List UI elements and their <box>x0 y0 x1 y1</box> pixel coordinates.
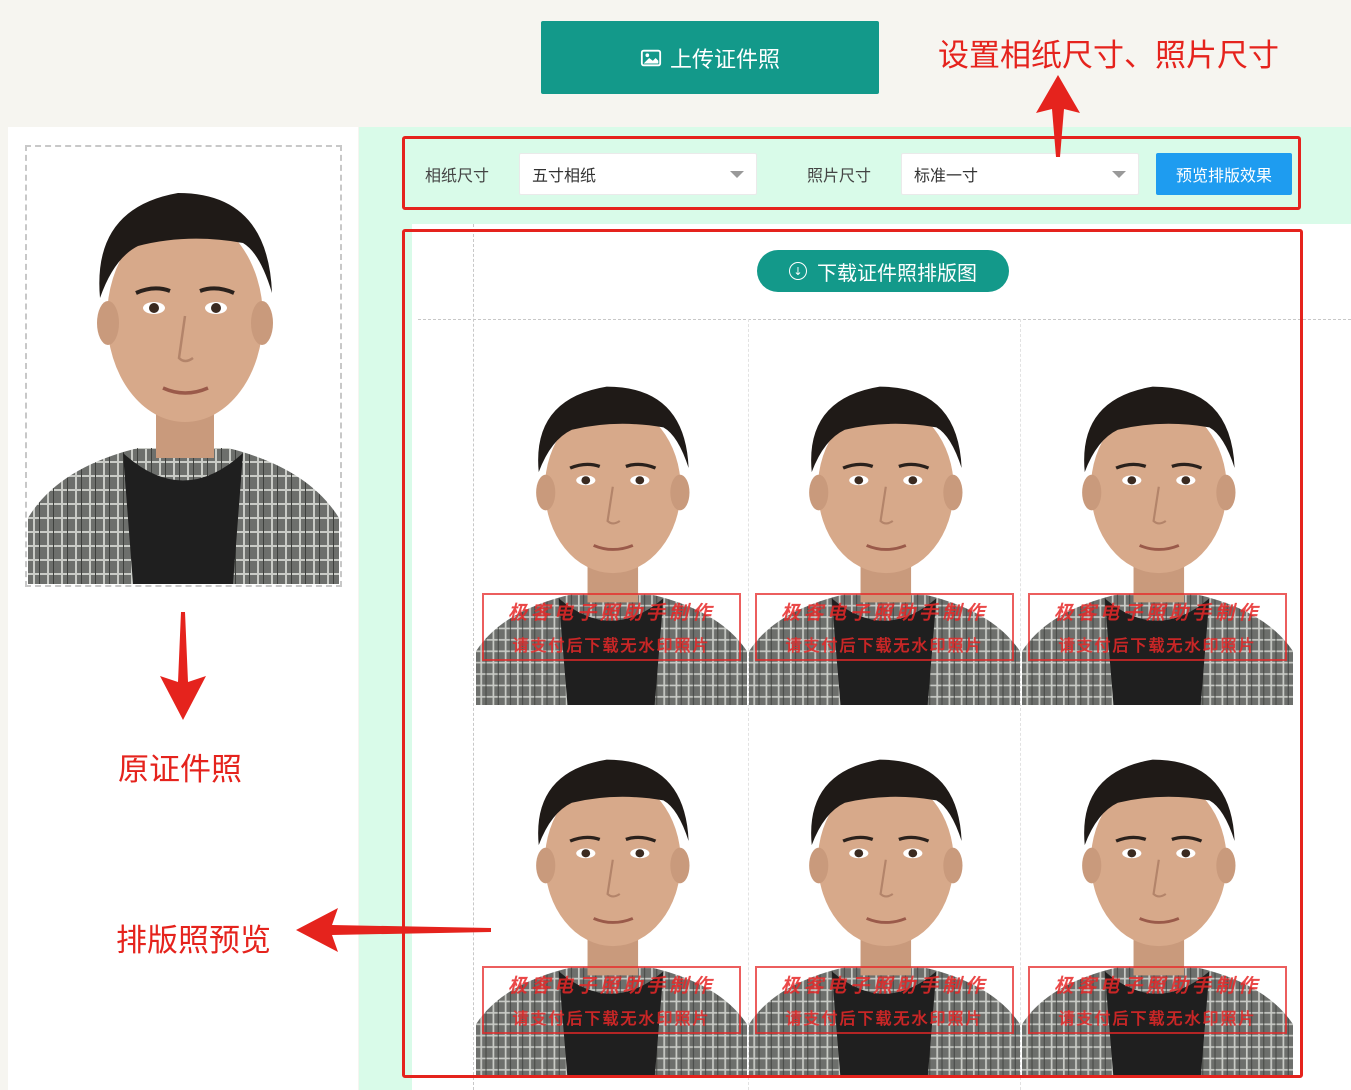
settings-annotation: 设置相纸尺寸、照片尺寸 <box>938 38 1279 74</box>
layout-thumbnail: 极客电子照助手制作 请支付后下载无水印照片 <box>749 723 1020 1078</box>
arrow-up-icon <box>1036 75 1080 157</box>
layout-thumbnail: 极客电子照助手制作 请支付后下载无水印照片 <box>476 723 747 1078</box>
watermark-box: 极客电子照助手制作 请支付后下载无水印照片 <box>755 593 1014 661</box>
chevron-down-icon <box>730 170 745 178</box>
watermark-box: 极客电子照助手制作 请支付后下载无水印照片 <box>1028 966 1287 1034</box>
cut-guide-vertical <box>473 224 474 1090</box>
layout-preview-sheet: ↓ 下载证件照排版图 极客电子照助手制作 请支付后下载无水印照片 极客电子照助手制作… <box>412 224 1351 1090</box>
layout-thumbnail: 极客电子照助手制作 请支付后下载无水印照片 <box>1022 723 1293 1078</box>
watermark-line1: 极客电子照助手制作 <box>507 975 715 998</box>
paper-size-value: 五寸相纸 <box>532 166 597 185</box>
original-annotation: 原证件照 <box>118 752 242 788</box>
chevron-down-icon <box>1112 170 1127 178</box>
paper-size-label: 相纸尺寸 <box>425 166 490 185</box>
layout-thumbnail: 极客电子照助手制作 请支付后下载无水印照片 <box>749 350 1020 705</box>
preview-layout-button[interactable]: 预览排版效果 <box>1156 153 1293 195</box>
watermark-line1: 极客电子照助手制作 <box>507 602 715 625</box>
upload-button-label: 上传证件照 <box>669 47 780 73</box>
watermark-line2: 请支付后下载无水印照片 <box>1058 635 1257 655</box>
watermark-box: 极客电子照助手制作 请支付后下载无水印照片 <box>1028 593 1287 661</box>
paper-size-select[interactable]: 五寸相纸 <box>519 153 758 195</box>
layout-thumbnail: 极客电子照助手制作 请支付后下载无水印照片 <box>1022 350 1293 705</box>
download-circle-icon: ↓ <box>789 262 807 280</box>
layout-thumbnail: 极客电子照助手制作 请支付后下载无水印照片 <box>476 350 747 705</box>
watermark-box: 极客电子照助手制作 请支付后下载无水印照片 <box>482 966 741 1034</box>
photo-size-label: 照片尺寸 <box>807 166 872 185</box>
watermark-line2: 请支付后下载无水印照片 <box>512 635 711 655</box>
arrow-left-icon <box>296 908 491 952</box>
watermark-line1: 极客电子照助手制作 <box>1053 602 1261 625</box>
watermark-line1: 极客电子照助手制作 <box>1053 975 1261 998</box>
image-icon <box>640 49 662 66</box>
cell-divider <box>1020 319 1021 1090</box>
watermark-line2: 请支付后下载无水印照片 <box>785 635 984 655</box>
watermark-line2: 请支付后下载无水印照片 <box>1058 1008 1257 1028</box>
original-photo <box>28 148 339 584</box>
cut-guide-horizontal <box>418 319 1351 320</box>
watermark-line2: 请支付后下载无水印照片 <box>785 1008 984 1028</box>
watermark-line2: 请支付后下载无水印照片 <box>512 1008 711 1028</box>
photo-size-value: 标准一寸 <box>914 166 979 185</box>
arrow-down-icon <box>160 612 206 720</box>
size-toolbar: 相纸尺寸 五寸相纸 照片尺寸 标准一寸 预览排版效果 <box>405 140 1298 208</box>
download-button-label: 下载证件照排版图 <box>817 260 977 285</box>
download-layout-button[interactable]: ↓ 下载证件照排版图 <box>757 250 1009 292</box>
original-photo-frame <box>25 145 342 587</box>
layout-annotation: 排版照预览 <box>116 923 271 959</box>
watermark-box: 极客电子照助手制作 请支付后下载无水印照片 <box>755 966 1014 1034</box>
watermark-box: 极客电子照助手制作 请支付后下载无水印照片 <box>482 593 741 661</box>
photo-size-select[interactable]: 标准一寸 <box>901 153 1140 195</box>
upload-button[interactable]: 上传证件照 <box>541 21 879 94</box>
watermark-line1: 极客电子照助手制作 <box>780 975 988 998</box>
watermark-line1: 极客电子照助手制作 <box>780 602 988 625</box>
